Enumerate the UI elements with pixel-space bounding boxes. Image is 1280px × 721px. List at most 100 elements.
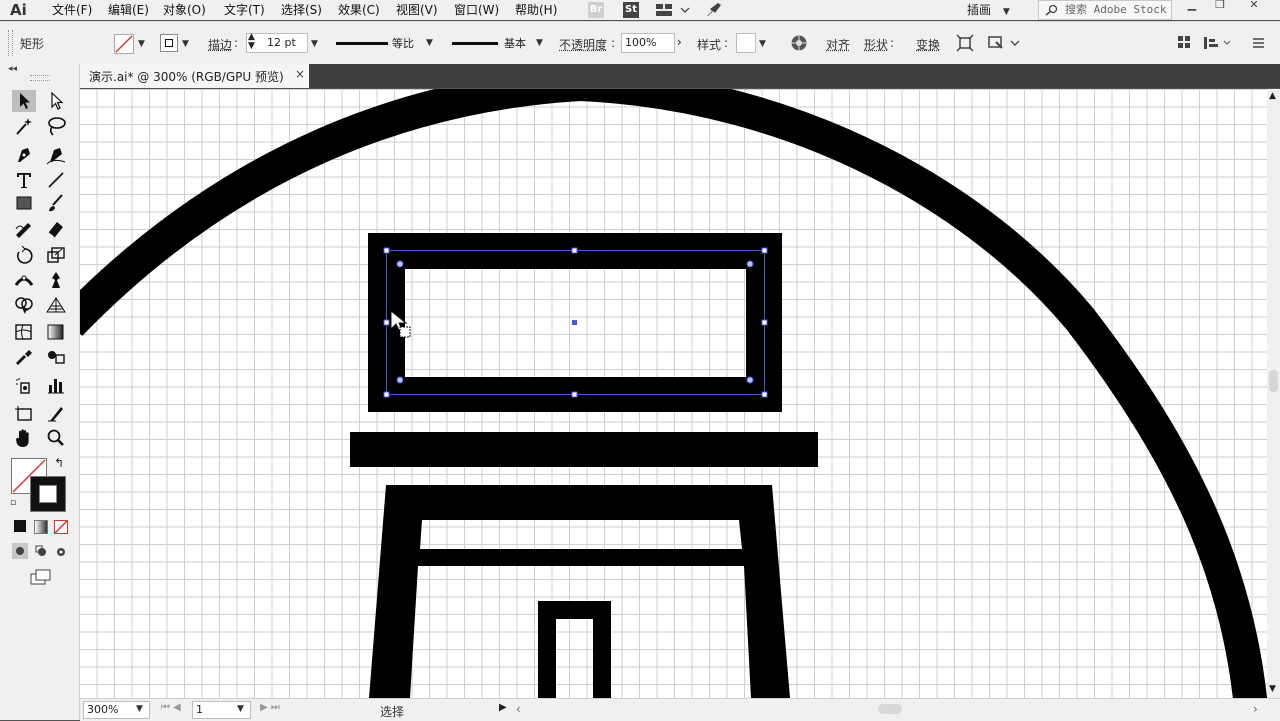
status-menu-arrow-icon[interactable]: ▶ — [499, 702, 507, 713]
stock-search[interactable]: 搜索 Adobe Stock — [1038, 0, 1172, 20]
scale-tool[interactable] — [44, 244, 68, 266]
line-segment-tool[interactable] — [44, 169, 68, 191]
chevron-down-icon[interactable]: ▼ — [759, 39, 766, 49]
chevron-down-icon[interactable]: ▼ — [311, 39, 318, 49]
artwork[interactable] — [80, 89, 1267, 698]
width-tool[interactable] — [12, 269, 36, 291]
minimize-button[interactable]: ▁ — [1179, 0, 1205, 12]
eraser-tool[interactable] — [44, 217, 68, 239]
gradient-mode-button[interactable] — [34, 520, 48, 534]
stroke-label[interactable]: 描边 — [208, 36, 232, 53]
curvature-tool[interactable] — [44, 144, 68, 166]
table-top-bar[interactable] — [350, 432, 818, 467]
scroll-up-icon[interactable]: ▲ — [1269, 91, 1276, 101]
paintbrush-tool[interactable] — [44, 192, 68, 214]
stock-icon[interactable]: St — [623, 2, 639, 18]
panel-grip[interactable] — [30, 75, 50, 81]
menu-view[interactable]: 视图(V) — [396, 0, 438, 20]
scroll-right-icon[interactable]: › — [1253, 702, 1258, 716]
next-last-artboard-icons[interactable]: ▶⏭ — [260, 702, 283, 713]
screen-mode-icon[interactable] — [30, 569, 52, 588]
panel-menu-icon[interactable] — [1253, 37, 1265, 52]
direct-selection-tool[interactable] — [44, 90, 68, 112]
hand-tool[interactable] — [12, 427, 36, 449]
status-text[interactable]: 选择 — [380, 703, 404, 720]
chevron-down-icon[interactable]: ▼ — [182, 39, 189, 49]
brush-definition[interactable]: 基本 ▼ — [446, 33, 552, 53]
slice-tool[interactable] — [44, 402, 68, 424]
magic-wand-tool[interactable] — [12, 115, 36, 137]
pen-tool[interactable] — [12, 144, 36, 166]
symbol-sprayer-tool[interactable] — [12, 374, 36, 396]
menu-window[interactable]: 窗口(W) — [454, 0, 499, 20]
perspective-grid-tool[interactable] — [44, 294, 68, 316]
shape-link[interactable]: 形状 — [864, 36, 888, 53]
rectangle-tool[interactable] — [12, 192, 36, 214]
horizontal-scrollbar[interactable] — [524, 702, 1264, 716]
first-prev-artboard-icons[interactable]: ⏮◀ — [161, 702, 184, 713]
menu-file[interactable]: 文件(F) — [52, 0, 92, 20]
small-window[interactable] — [538, 601, 611, 698]
chevron-down-icon[interactable]: ▼ — [138, 39, 145, 49]
type-tool[interactable] — [12, 169, 36, 191]
menu-object[interactable]: 对象(O) — [163, 0, 206, 20]
menu-type[interactable]: 文字(T) — [224, 0, 265, 20]
eyedropper-tool[interactable] — [12, 346, 36, 368]
opacity-label[interactable]: 不透明度 — [559, 36, 607, 53]
transform-link[interactable]: 变换 — [916, 36, 940, 53]
lasso-tool[interactable] — [44, 115, 68, 137]
vertical-scroll-thumb[interactable] — [1269, 370, 1278, 392]
artboard-canvas[interactable] — [80, 89, 1267, 698]
color-mode-button[interactable] — [14, 520, 26, 532]
shaper-tool[interactable] — [12, 217, 36, 239]
chevron-down-icon[interactable]: ▼ — [237, 704, 244, 714]
workspace-switcher[interactable]: 插画 ▼ — [967, 0, 1027, 20]
zoom-tool[interactable] — [44, 427, 68, 449]
vertical-scrollbar[interactable]: ▲ ▼ — [1267, 89, 1280, 698]
stool-body[interactable] — [369, 485, 790, 698]
recolor-artwork-icon[interactable] — [790, 34, 808, 55]
draw-behind-icon[interactable] — [34, 544, 50, 563]
fill-swatch[interactable] — [114, 34, 134, 54]
shape-builder-tool[interactable] — [12, 294, 36, 316]
selection-tool[interactable] — [12, 90, 36, 112]
fill-stroke-widget[interactable]: ↰ ▫ — [10, 456, 66, 512]
collapse-panel-icon[interactable]: ◂◂ — [8, 64, 17, 74]
menu-effect[interactable]: 效果(C) — [338, 0, 380, 20]
draw-inside-icon[interactable] — [53, 544, 69, 563]
document-tab[interactable]: 演示.ai* @ 300% (RGB/GPU 预览) × — [80, 64, 309, 88]
opacity-field[interactable]: 100% — [621, 33, 675, 53]
column-graph-tool[interactable] — [44, 374, 68, 396]
draw-normal-icon[interactable] — [12, 543, 28, 559]
menu-select[interactable]: 选择(S) — [281, 0, 322, 20]
stroke-black-swatch[interactable] — [30, 476, 66, 512]
horizontal-scroll-thumb[interactable] — [878, 704, 902, 714]
arrange-panels-icon[interactable] — [1178, 36, 1192, 53]
isolate-object-icon[interactable] — [956, 34, 974, 55]
graphic-style-swatch[interactable] — [736, 33, 756, 53]
restore-button[interactable]: ❐ — [1207, 0, 1233, 12]
arrange-documents-icon[interactable] — [655, 3, 691, 20]
stepper-icon[interactable]: ▲ ▼ — [248, 33, 255, 51]
distribute-icon[interactable] — [1204, 35, 1234, 54]
search-input[interactable]: 搜索 Adobe Stock — [1065, 1, 1166, 19]
scroll-down-icon[interactable]: ▼ — [1269, 684, 1276, 694]
chevron-down-icon[interactable]: ▼ — [136, 704, 143, 714]
bridge-icon[interactable]: Br — [588, 2, 604, 18]
style-label[interactable]: 样式 — [697, 36, 721, 53]
close-window-button[interactable]: ✕ — [1241, 0, 1267, 12]
stroke-swatch[interactable] — [160, 34, 178, 52]
variable-width-profile[interactable]: 等比 ▼ — [330, 33, 438, 53]
scroll-left-icon[interactable]: ‹ — [516, 702, 521, 716]
none-mode-button[interactable] — [54, 520, 68, 534]
mesh-tool[interactable] — [12, 321, 36, 343]
menu-edit[interactable]: 编辑(E) — [108, 0, 149, 20]
close-tab-button[interactable]: × — [295, 67, 305, 81]
swap-fill-stroke-icon[interactable]: ↰ — [54, 456, 64, 470]
stroke-weight-field[interactable]: ▲ ▼ 12 pt — [246, 33, 308, 53]
blend-tool[interactable] — [44, 346, 68, 368]
gradient-tool[interactable] — [44, 321, 68, 343]
artboard-tool[interactable] — [12, 402, 36, 424]
align-link[interactable]: 对齐 — [826, 36, 850, 53]
rotate-tool[interactable] — [12, 244, 36, 266]
